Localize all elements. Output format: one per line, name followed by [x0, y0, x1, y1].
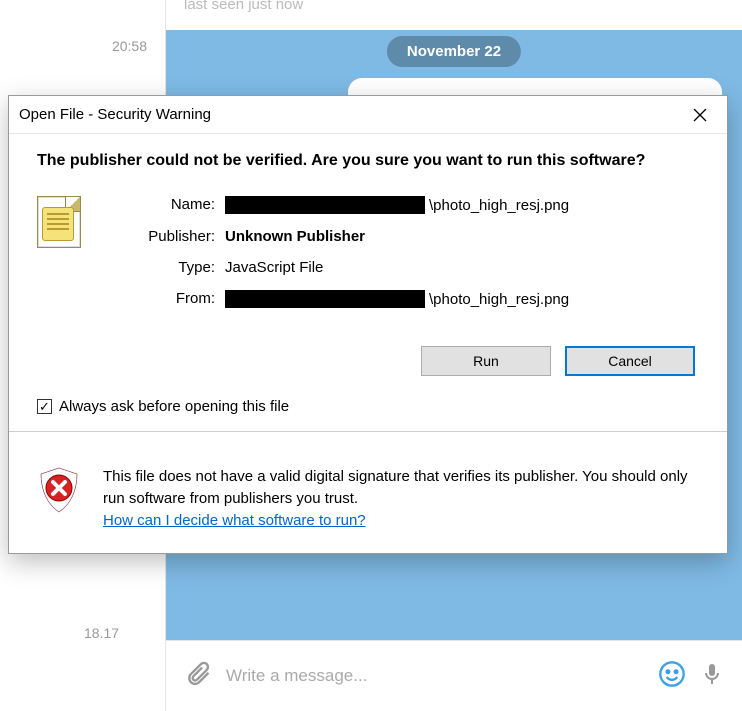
value-type: JavaScript File — [225, 257, 699, 276]
emoji-icon[interactable] — [658, 660, 686, 692]
redacted-name-path — [225, 196, 425, 214]
message-input[interactable]: Write a message... — [226, 666, 644, 686]
chat-time: 20:58 — [112, 38, 147, 54]
run-button[interactable]: Run — [421, 346, 551, 376]
value-name-suffix: \photo_high_resj.png — [429, 197, 569, 214]
value-from-suffix: \photo_high_resj.png — [429, 291, 569, 308]
chat-last-seen: last seen just now — [184, 0, 303, 13]
dialog-titlebar[interactable]: Open File - Security Warning — [9, 96, 727, 134]
chat-time-2: 18.17 — [84, 625, 119, 641]
chat-input-bar: Write a message... — [166, 640, 742, 711]
value-publisher: Unknown Publisher — [225, 226, 699, 245]
always-ask-checkbox[interactable]: ✓ Always ask before opening this file — [37, 398, 699, 415]
shield-warning-icon — [37, 466, 81, 518]
label-from: From: — [115, 288, 225, 307]
security-warning-dialog: Open File - Security Warning The publish… — [8, 95, 728, 554]
file-icon — [37, 196, 81, 248]
label-type: Type: — [115, 257, 225, 276]
microphone-icon[interactable] — [700, 660, 724, 692]
checkbox-icon[interactable]: ✓ — [37, 399, 52, 414]
chat-date-pill: November 22 — [387, 36, 521, 67]
cancel-button[interactable]: Cancel — [565, 346, 695, 376]
dialog-title: Open File - Security Warning — [19, 106, 211, 123]
redacted-from-path — [225, 290, 425, 308]
footer-text: This file does not have a valid digital … — [103, 468, 688, 507]
chat-header: last seen just now — [166, 0, 742, 30]
close-button[interactable] — [681, 100, 719, 130]
label-name: Name: — [115, 194, 225, 213]
checkbox-label: Always ask before opening this file — [59, 398, 289, 415]
dialog-heading: The publisher could not be verified. Are… — [37, 152, 699, 170]
attach-icon[interactable] — [184, 660, 212, 692]
footer-help-link[interactable]: How can I decide what software to run? — [103, 512, 366, 529]
divider — [9, 431, 727, 432]
label-publisher: Publisher: — [115, 226, 225, 245]
